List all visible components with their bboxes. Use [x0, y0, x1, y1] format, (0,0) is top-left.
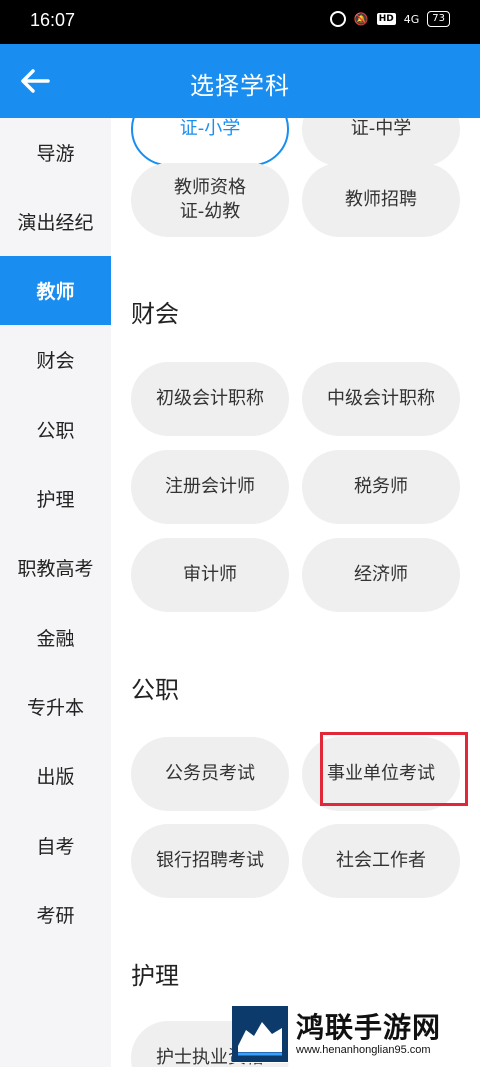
page-title: 选择学科 [190, 72, 290, 100]
watermark: 鸿联手游网 www.henanhonglian95.com [232, 1005, 476, 1063]
subject-chip[interactable]: 证-中学 [302, 118, 460, 166]
sidebar-item-tour-guide[interactable]: 导游 [0, 118, 111, 187]
subject-chip[interactable]: 证-小学 [131, 118, 289, 166]
section-title-civil-service: 公职 [131, 676, 179, 704]
subject-chip[interactable]: 经济师 [302, 538, 460, 612]
subject-chip[interactable]: 注册会计师 [131, 450, 289, 524]
section-title-accounting: 财会 [131, 300, 179, 328]
signal-icon: 4G [403, 12, 420, 26]
subject-chip[interactable]: 教师招聘 [302, 163, 460, 237]
status-time: 16:07 [30, 10, 76, 30]
highlight-annotation [320, 732, 468, 806]
sidebar-item-civil-service[interactable]: 公职 [0, 395, 111, 464]
watermark-url: www.henanhonglian95.com [296, 1044, 431, 1056]
alarm-icon [329, 11, 346, 27]
subject-chip[interactable]: 税务师 [302, 450, 460, 524]
hd-badge: HD [376, 13, 396, 25]
subject-chip[interactable]: 初级会计职称 [131, 362, 289, 436]
sidebar-item-postgraduate[interactable]: 考研 [0, 880, 111, 949]
subject-chip[interactable]: 教师资格 证-幼教 [131, 163, 289, 237]
sidebar-item-teacher[interactable]: 教师 [0, 256, 111, 325]
mute-icon: 🔕 [353, 12, 369, 26]
sidebar-item-upgrade[interactable]: 专升本 [0, 672, 111, 741]
sidebar-item-finance[interactable]: 金融 [0, 603, 111, 672]
subject-chip[interactable]: 银行招聘考试 [131, 824, 289, 898]
subject-chip[interactable]: 社会工作者 [302, 824, 460, 898]
sidebar-item-publishing[interactable]: 出版 [0, 741, 111, 810]
sidebar-item-accounting[interactable]: 财会 [0, 325, 111, 394]
status-icons: 🔕 HD 4G 73 [329, 11, 450, 27]
sidebar-item-nursing[interactable]: 护理 [0, 464, 111, 533]
watermark-name: 鸿联手游网 [296, 1011, 442, 1044]
sidebar-item-performance-agent[interactable]: 演出经纪 [0, 187, 111, 256]
subject-list: 证-小学 证-中学 教师资格 证-幼教 教师招聘 财会 初级会计职称 中级会计职… [111, 118, 480, 1067]
category-sidebar: 导游 演出经纪 教师 财会 公职 护理 职教高考 金融 专升本 出版 自考 考研 [0, 118, 111, 1067]
battery-indicator: 73 [427, 11, 450, 27]
app-bar: 选择学科 [0, 44, 480, 118]
sidebar-item-vocational-exam[interactable]: 职教高考 [0, 533, 111, 602]
subject-chip[interactable]: 公务员考试 [131, 737, 289, 811]
subject-chip[interactable]: 审计师 [131, 538, 289, 612]
watermark-logo [232, 1006, 288, 1062]
sidebar-item-self-study[interactable]: 自考 [0, 811, 111, 880]
status-bar: 16:07 🔕 HD 4G 73 [0, 0, 480, 44]
section-title-nursing: 护理 [131, 962, 179, 990]
subject-chip[interactable]: 中级会计职称 [302, 362, 460, 436]
